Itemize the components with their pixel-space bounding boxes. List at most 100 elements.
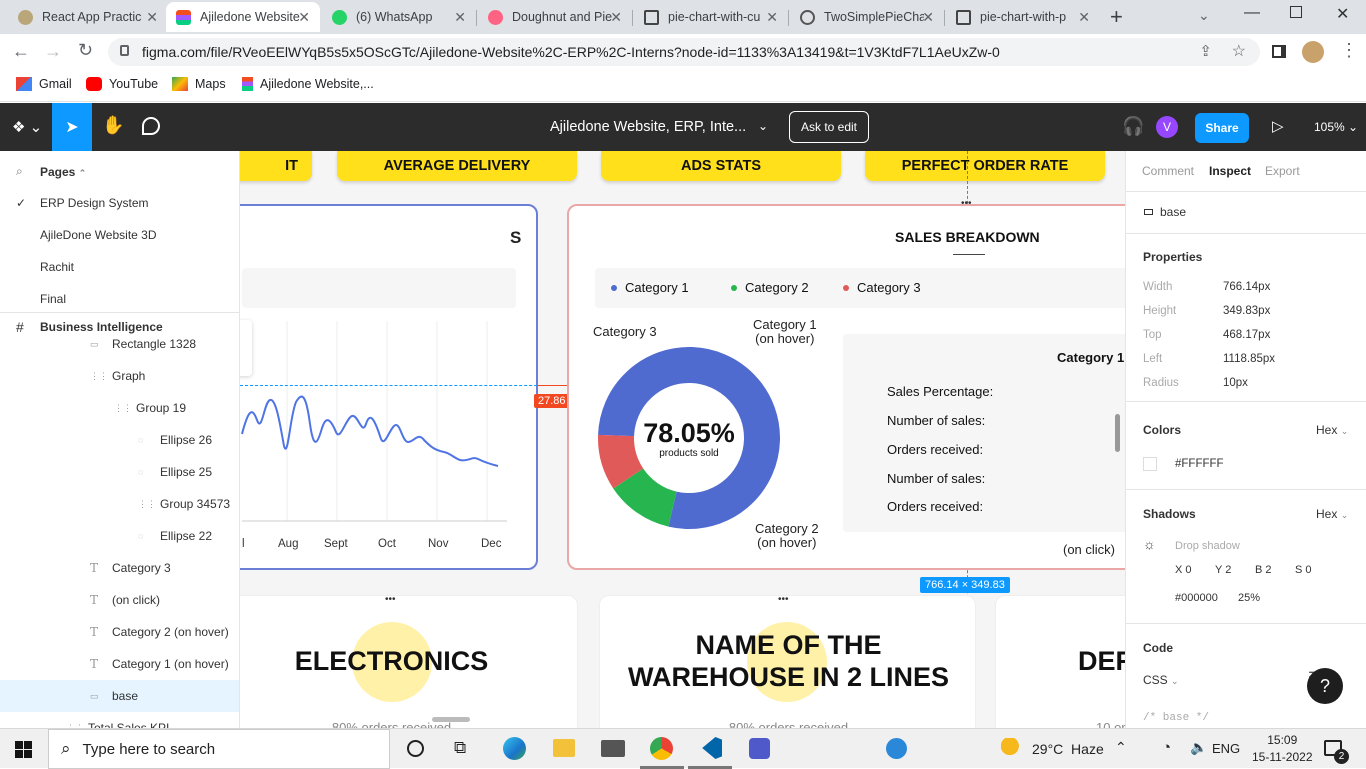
layer-item[interactable]: ▭ Rectangle 1328 xyxy=(0,328,239,360)
close-icon[interactable]: ✕ xyxy=(610,9,622,26)
layer-item[interactable]: T (on click) xyxy=(0,584,239,616)
close-icon[interactable]: ✕ xyxy=(1078,9,1090,26)
warehouse-card[interactable]: ••• NAME OF THE WAREHOUSE IN 2 LINES 80%… xyxy=(599,594,976,728)
layer-item[interactable]: T Category 1 (on hover) xyxy=(0,648,239,680)
page-item[interactable]: Rachit xyxy=(0,251,239,283)
code-language-select[interactable]: CSS ⌄ xyxy=(1143,673,1179,687)
warehouse-card[interactable]: ••• ELECTRONICS 80% orders received xyxy=(240,594,578,728)
drag-handle-icon[interactable]: ••• xyxy=(385,594,396,605)
file-title[interactable]: Ajiledone Website, ERP, Inte... xyxy=(550,119,746,135)
bookmark-gmail[interactable]: Gmail xyxy=(16,77,72,91)
hand-tool-icon[interactable]: ✋ xyxy=(102,115,124,136)
bookmark-star-icon[interactable]: ☆ xyxy=(1232,41,1246,61)
zoom-level[interactable]: 105% ⌄ xyxy=(1314,120,1358,134)
user-avatar[interactable]: V xyxy=(1156,116,1178,138)
page-item[interactable]: AjileDone Website 3D xyxy=(0,219,239,251)
layer-item[interactable]: ◌ Ellipse 22 xyxy=(0,520,239,552)
teams-icon[interactable] xyxy=(749,738,770,759)
layer-item[interactable]: ▭ base xyxy=(0,680,239,712)
tray-chevron-icon[interactable]: ⌃ xyxy=(1115,739,1127,756)
radius-value[interactable]: 10px xyxy=(1223,377,1248,389)
kebab-menu-icon[interactable]: ⋮ xyxy=(1340,40,1358,61)
url-input[interactable]: figma.com/file/RVeoEElWYqB5s5x5OScGTc/Aj… xyxy=(108,38,1260,66)
chrome-icon[interactable] xyxy=(650,737,673,760)
bookmark-ajiledone[interactable]: Ajiledone Website,... xyxy=(242,77,374,91)
browser-tab[interactable]: TwoSimplePieCha ✕ xyxy=(790,2,944,32)
help-button[interactable]: ? xyxy=(1307,668,1343,704)
tab-inspect[interactable]: Inspect xyxy=(1209,164,1251,178)
bookmark-youtube[interactable]: YouTube xyxy=(86,77,158,91)
browser-tab[interactable]: Doughnut and Pie ✕ xyxy=(478,2,632,32)
sales-breakdown-card[interactable]: ••• SALES BREAKDOWN Category 1 Category … xyxy=(567,198,1125,570)
side-panel-icon[interactable] xyxy=(1272,45,1286,58)
weather-icon[interactable] xyxy=(1001,738,1023,758)
task-view-icon[interactable]: ⧉ xyxy=(454,738,466,758)
present-play-icon[interactable]: ▷ xyxy=(1272,117,1284,135)
comment-tool-icon[interactable] xyxy=(142,117,160,135)
colors-format-select[interactable]: Hex ⌄ xyxy=(1316,423,1348,437)
volume-icon[interactable]: 🔈 xyxy=(1190,739,1207,756)
tab-search-icon[interactable]: ⌄ xyxy=(1198,7,1210,24)
drag-handle-icon[interactable]: ••• xyxy=(961,198,972,209)
tab-comment[interactable]: Comment xyxy=(1142,164,1194,178)
taskbar-search-box[interactable]: ⌕ Type here to search xyxy=(48,729,390,769)
figma-menu-icon[interactable]: ❖ ⌄ xyxy=(12,118,42,136)
top-value[interactable]: 468.17px xyxy=(1223,329,1270,341)
language-indicator[interactable]: ENG xyxy=(1212,741,1240,756)
profile-avatar[interactable] xyxy=(1302,41,1324,63)
close-icon[interactable]: ✕ xyxy=(766,9,778,26)
mail-icon[interactable] xyxy=(601,740,625,757)
close-icon[interactable]: ✕ xyxy=(922,9,934,26)
shadow-opacity[interactable]: 25% xyxy=(1238,592,1260,604)
browser-tab[interactable]: React App Practice ✕ xyxy=(8,2,168,32)
share-button[interactable]: Share xyxy=(1195,113,1249,143)
design-canvas[interactable]: IT AVERAGE DELIVERY ADS STATS PERFECT OR… xyxy=(240,151,1125,728)
layer-item[interactable]: ◌ Ellipse 25 xyxy=(0,456,239,488)
browser-tab-active[interactable]: Ajiledone Website ✕ xyxy=(166,2,320,32)
width-value[interactable]: 766.14px xyxy=(1223,281,1270,293)
browser-tab[interactable]: pie-chart-with-p ✕ xyxy=(946,2,1100,32)
layer-item[interactable]: T Category 2 (on hover) xyxy=(0,616,239,648)
windows-start-icon[interactable] xyxy=(15,741,32,758)
weather-text[interactable]: 29°C Haze xyxy=(1032,741,1104,757)
layer-item[interactable]: ⋮⋮ Group 34573 xyxy=(0,488,239,520)
restore-icon[interactable] xyxy=(1290,6,1302,18)
chevron-down-icon[interactable]: ⌄ xyxy=(758,119,768,133)
new-tab-icon[interactable]: + xyxy=(1110,4,1123,30)
shadows-format-select[interactable]: Hex ⌄ xyxy=(1316,507,1348,521)
warehouse-card[interactable]: DEF 10 or xyxy=(995,595,1125,728)
reload-icon[interactable]: ↻ xyxy=(78,40,93,61)
audio-headphones-icon[interactable]: 🎧 xyxy=(1122,116,1144,137)
layer-item[interactable]: ⋮⋮ Total Sales KPI xyxy=(0,712,239,728)
bookmark-maps[interactable]: Maps xyxy=(172,77,226,91)
move-tool-button[interactable]: ➤ xyxy=(52,103,92,151)
back-icon[interactable]: ← xyxy=(12,41,30,62)
search-icon[interactable]: ⌕ xyxy=(16,164,23,179)
page-item[interactable]: ✓ ERP Design System xyxy=(0,187,239,219)
left-value[interactable]: 1118.85px xyxy=(1223,353,1275,365)
help-app-icon[interactable] xyxy=(886,738,907,759)
minimize-icon[interactable]: — xyxy=(1244,4,1260,22)
detail-scrollbar[interactable] xyxy=(1115,414,1120,452)
browser-tab[interactable]: (6) WhatsApp ✕ xyxy=(322,2,476,32)
network-icon[interactable]: ◔ xyxy=(1162,739,1171,756)
color-hex-value[interactable]: #FFFFFF xyxy=(1175,458,1224,470)
forward-icon[interactable]: → xyxy=(44,41,62,62)
share-page-icon[interactable]: ⇪ xyxy=(1199,42,1212,60)
drag-handle-icon[interactable]: ••• xyxy=(778,594,789,605)
layer-item[interactable]: T Category 3 xyxy=(0,552,239,584)
browser-tab[interactable]: pie-chart-with-cu ✕ xyxy=(634,2,788,32)
line-chart-card[interactable]: S l Aug Sept Oct Nov Dec xyxy=(240,204,538,570)
close-window-icon[interactable]: ✕ xyxy=(1336,4,1349,24)
tab-export[interactable]: Export xyxy=(1265,164,1300,178)
layer-item[interactable]: ⋮⋮ Graph xyxy=(0,360,239,392)
shadow-color[interactable]: #000000 xyxy=(1175,592,1218,604)
layer-item[interactable]: ⋮⋮ Group 19 xyxy=(0,392,239,424)
cortana-icon[interactable] xyxy=(407,740,424,757)
pages-header[interactable]: Pages ⌃ xyxy=(40,165,86,179)
clock[interactable]: 15:09 15-11-2022 xyxy=(1252,732,1313,766)
layer-item[interactable]: ◌ Ellipse 26 xyxy=(0,424,239,456)
vscode-icon[interactable] xyxy=(702,737,722,759)
edge-icon[interactable] xyxy=(503,737,526,760)
height-value[interactable]: 349.83px xyxy=(1223,305,1270,317)
